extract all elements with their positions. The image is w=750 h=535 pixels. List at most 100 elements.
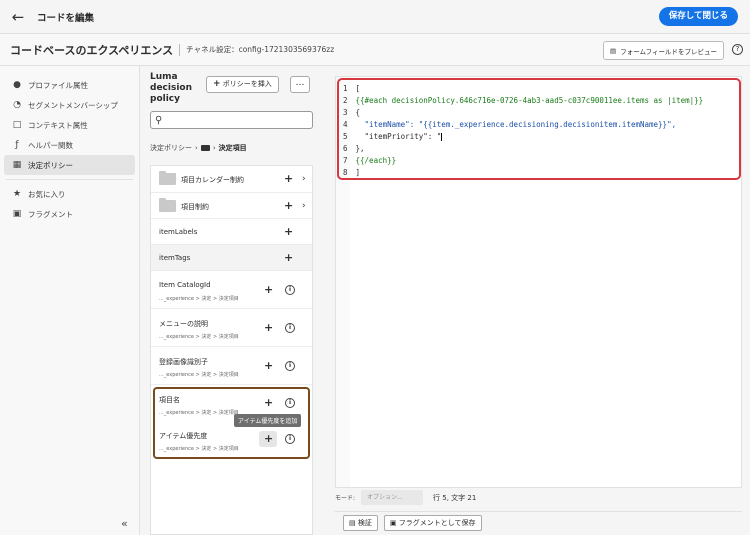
sidebar-item-label: フラグメント (28, 209, 73, 219)
code-editor[interactable]: 1 [ 2 {{#each decisionPolicy.646c716e-07… (335, 76, 742, 488)
context-icon: □ (12, 120, 22, 130)
breadcrumb: 決定ポリシー › › 決定項目 (150, 143, 247, 153)
save-and-close-button[interactable]: 保存して閉じる (658, 7, 738, 26)
list-item[interactable]: 項目カレンダー制約 + › (151, 166, 312, 193)
validate-icon: ▤ (349, 518, 356, 527)
plus-icon: + (213, 79, 221, 89)
experience-title: コードベースのエクスペリエンス (10, 43, 174, 57)
code-line: 1 [ (343, 84, 361, 93)
save-fragment-label: フラグメントとして保存 (398, 518, 476, 527)
channel-config: チャネル設定：config-1721303569376zz (186, 45, 335, 54)
validate-label: 検証 (357, 518, 372, 527)
mode-select[interactable]: オプション... (361, 490, 424, 505)
code-line: 8 ] (343, 168, 361, 177)
sidebar-item-label: ヘルパー関数 (28, 140, 73, 150)
info-icon[interactable]: i (285, 361, 295, 371)
sidebar-item-fragments[interactable]: ▣ フラグメント (4, 204, 135, 224)
sidebar: ● プロファイル属性 ◔ セグメントメンバーシップ □ コンテキスト属性 ƒ ヘ… (0, 66, 140, 535)
preview-label: フォームフィールドをプレビュー (620, 47, 717, 56)
search-input[interactable]: ⚲ (150, 111, 313, 129)
list-item-label: メニューの説明 (159, 320, 208, 328)
insert-policy-button[interactable]: + ポリシーを挿入 (206, 76, 279, 93)
chevron-right-icon[interactable]: › (302, 174, 306, 184)
breadcrumb-current: 決定項目 (218, 144, 247, 152)
save-as-fragment-button[interactable]: ▣ フラグメントとして保存 (383, 514, 482, 531)
list-item-label: 項目制約 (181, 203, 209, 211)
policy-title: Luma decision policy (150, 72, 192, 104)
list-item-label: Item CatalogId (159, 281, 211, 289)
function-icon: ƒ (15, 140, 19, 150)
sidebar-item-label: コンテキスト属性 (28, 120, 88, 130)
list-item-label: 項目カレンダー制約 (181, 176, 244, 184)
code-line: 4 "itemName": "{{item._experience.decisi… (343, 120, 677, 129)
add-icon[interactable]: + (264, 283, 273, 296)
mode-label: モード: (335, 495, 356, 502)
code-line: 3 { (343, 108, 361, 117)
folder-icon (159, 198, 176, 212)
help-icon[interactable]: ? (732, 44, 743, 55)
sidebar-item-segment-membership[interactable]: ◔ セグメントメンバーシップ (4, 95, 135, 115)
divider (6, 179, 133, 180)
sidebar-item-label: プロファイル属性 (28, 80, 88, 90)
info-icon[interactable]: i (285, 285, 295, 295)
list-item-label: itemTags (159, 254, 191, 262)
segment-icon: ◔ (13, 100, 21, 110)
list-item-path: ..._experience > 決定 > 決定項目 (159, 334, 239, 340)
code-line: 6 }, (343, 144, 365, 153)
sidebar-item-label: セグメントメンバーシップ (28, 100, 118, 110)
person-icon: ● (13, 80, 21, 90)
more-options-button[interactable]: … (290, 76, 310, 93)
code-line: 5 "itemPriority": " (343, 132, 443, 141)
list-item-path: ..._experience > 決定 > 決定項目 (159, 372, 239, 378)
sidebar-item-helper-functions[interactable]: ƒ ヘルパー関数 (4, 135, 135, 155)
add-icon[interactable]: + (264, 359, 273, 372)
chevron-right-icon: › (195, 144, 198, 152)
policy-icon: ▦ (12, 160, 22, 170)
list-item[interactable]: メニューの説明 ..._experience > 決定 > 決定項目 + i (151, 309, 312, 347)
star-icon: ★ (12, 189, 22, 199)
top-bar: ← コードを編集 保存して閉じる (0, 0, 750, 33)
list-item[interactable]: itemTags + (151, 245, 312, 271)
attribute-panel: Luma decision policy + ポリシーを挿入 … ⚲ 決定ポリシ… (140, 66, 323, 535)
code-line: 2 {{#each decisionPolicy.646c716e-0726-4… (343, 96, 704, 105)
list-item[interactable]: Item CatalogId ..._experience > 決定 > 決定項… (151, 271, 312, 309)
chevron-right-icon: › (212, 144, 216, 152)
sidebar-item-favorites[interactable]: ★ お気に入り (4, 184, 135, 204)
divider (179, 43, 181, 56)
sidebar-item-context-attributes[interactable]: □ コンテキスト属性 (4, 115, 135, 135)
code-highlight-box: 1 [ 2 {{#each decisionPolicy.646c716e-07… (337, 78, 741, 180)
list-item-label: itemLabels (159, 228, 198, 236)
list-item-label: 登録画像識別子 (159, 358, 208, 366)
list-item[interactable]: 登録画像識別子 ..._experience > 決定 > 決定項目 + i (151, 347, 312, 385)
add-icon[interactable]: + (284, 172, 293, 185)
folder-icon (200, 145, 210, 151)
info-icon[interactable]: i (285, 323, 295, 333)
page-title: コードを編集 (37, 12, 95, 24)
cursor-position: 行 5, 文字 21 (433, 493, 477, 502)
collapse-sidebar-icon[interactable]: « (121, 517, 128, 530)
sidebar-item-profile-attributes[interactable]: ● プロファイル属性 (4, 75, 135, 95)
preview-form-fields-button[interactable]: ▤ フォームフィールドをプレビュー (603, 41, 724, 60)
code-line: 7 {{/each}} (343, 156, 397, 165)
tooltip: アイテム優先度を追加 (234, 414, 302, 427)
add-icon[interactable]: + (264, 321, 273, 334)
add-icon[interactable]: + (284, 251, 293, 264)
chevron-right-icon[interactable]: › (302, 201, 306, 211)
editor-actions: ▤ 検証 ▣ フラグメントとして保存 (335, 511, 742, 533)
header: コードベースのエクスペリエンス チャネル設定：config-1721303569… (0, 33, 750, 66)
insert-policy-label: ポリシーを挿入 (222, 80, 272, 88)
add-icon[interactable]: + (284, 199, 293, 212)
breadcrumb-root[interactable]: 決定ポリシー (150, 143, 192, 153)
text-cursor (441, 133, 443, 141)
sidebar-item-decision-policy[interactable]: ▦ 決定ポリシー (4, 155, 135, 175)
add-icon[interactable]: + (284, 225, 293, 238)
editor-status-bar: モード: オプション... 行 5, 文字 21 (335, 488, 742, 507)
list-item-path: ..._experience > 決定 > 決定項目 (159, 296, 239, 302)
fragment-icon: ▣ (12, 209, 22, 219)
list-item[interactable]: itemLabels + (151, 219, 312, 245)
form-icon: ▤ (610, 46, 617, 55)
list-item[interactable]: 項目制約 + › (151, 193, 312, 219)
attribute-list: 項目カレンダー制約 + › 項目制約 + › itemLabels + item… (150, 165, 313, 535)
validate-button[interactable]: ▤ 検証 (343, 514, 378, 531)
back-arrow-icon[interactable]: ← (9, 8, 27, 26)
